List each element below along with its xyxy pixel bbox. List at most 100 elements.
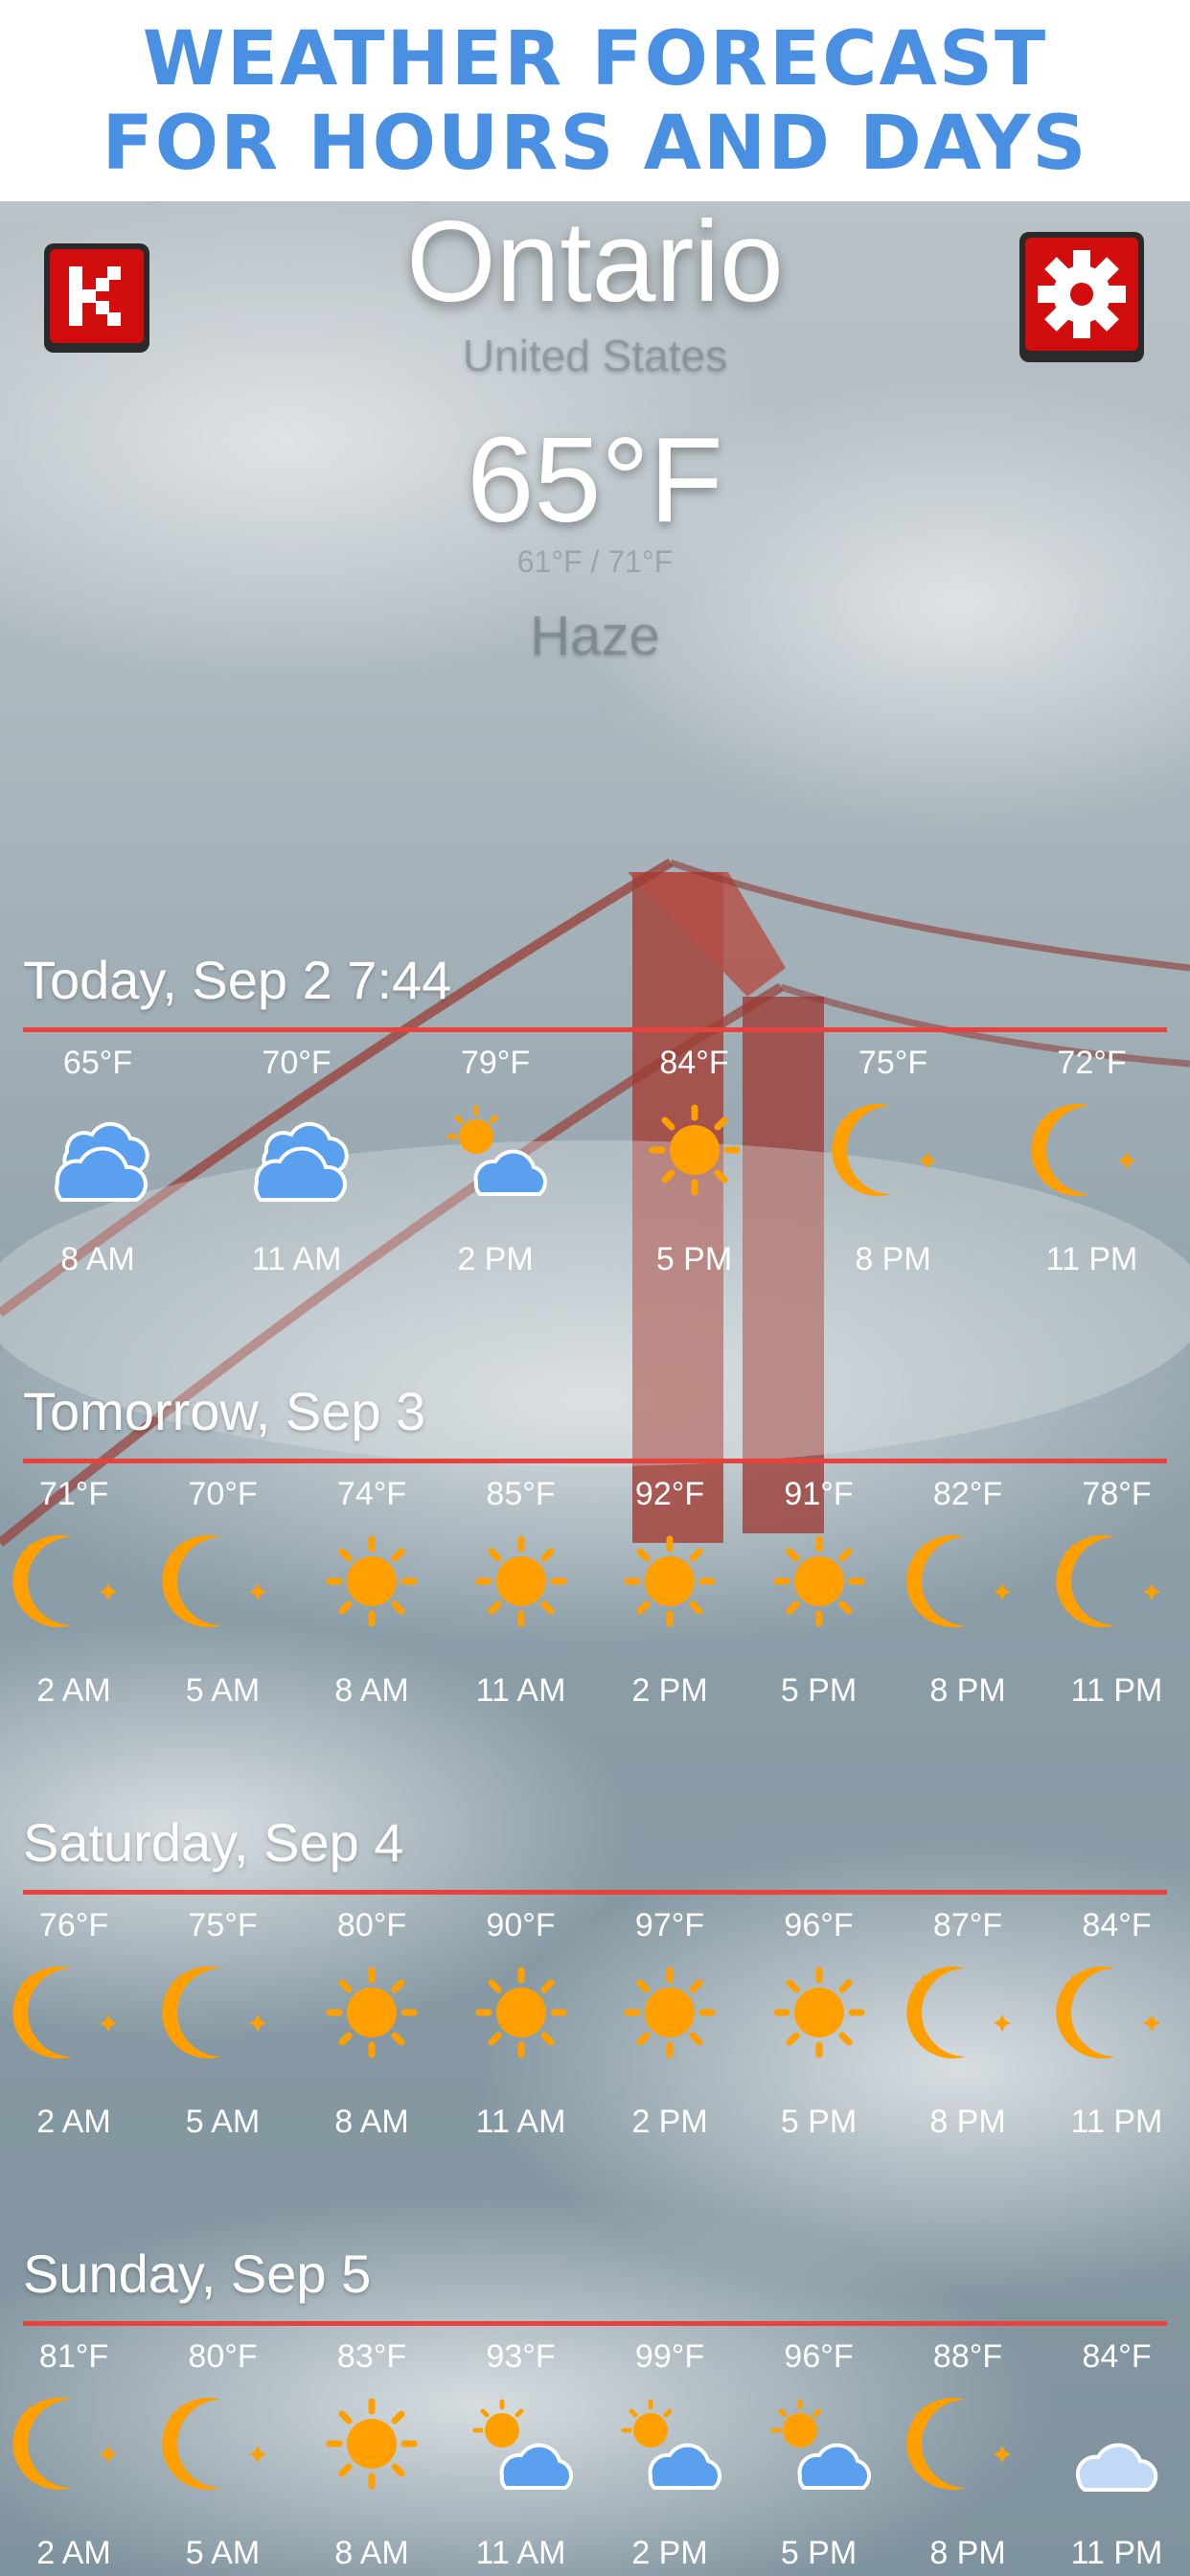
hour-temperature: 84°F — [659, 1045, 729, 1081]
promo-banner: WEATHER FORECAST FOR HOURS AND DAYS — [0, 0, 1190, 201]
hour-time: 5 AM — [185, 2535, 261, 2571]
hour-time: 11 AM — [475, 2535, 566, 2571]
hour-temperature: 65°F — [62, 1045, 133, 1081]
hour-time: 8 PM — [929, 2535, 1006, 2571]
hour-time: 5 PM — [780, 2535, 858, 2571]
sun-icon — [747, 1957, 891, 2072]
hour-temperature: 92°F — [634, 1476, 705, 1512]
hour-time: 11 PM — [1070, 2535, 1163, 2571]
moon-icon — [151, 1526, 295, 1641]
hour-temperature: 72°F — [1057, 1045, 1127, 1081]
day-title: Tomorrow, Sep 3 — [23, 1381, 426, 1441]
hour-temperature: 75°F — [188, 1907, 258, 1944]
hourly-forecast-item: 76°F 2 AM — [2, 1907, 146, 2156]
hour-temperature: 97°F — [634, 1907, 705, 1944]
city-name: Ontario — [406, 201, 784, 326]
hour-time: 8 AM — [60, 1241, 135, 1277]
hour-temperature: 96°F — [784, 2338, 854, 2375]
hourly-forecast-item: 84°F 5 PM — [623, 1045, 767, 1294]
hourly-forecast-item: 82°F 8 PM — [896, 1476, 1040, 1725]
hourly-forecast-item: 75°F 5 AM — [151, 1907, 295, 2156]
hour-temperature: 99°F — [634, 2338, 705, 2375]
day-divider — [23, 1890, 1167, 1895]
day-divider — [23, 1459, 1167, 1463]
hourly-forecast-item: 90°F 11 AM — [449, 1907, 593, 2156]
hour-temperature: 96°F — [784, 1907, 854, 1944]
hour-time: 11 AM — [475, 1672, 566, 1709]
hour-time: 8 PM — [855, 1241, 931, 1277]
hour-temperature: 70°F — [262, 1045, 332, 1081]
hour-time: 5 AM — [185, 2104, 261, 2140]
hour-temperature: 82°F — [932, 1476, 1003, 1512]
hour-time: 11 AM — [251, 1241, 342, 1277]
promo-line-2: FOR HOURS AND DAYS — [102, 101, 1088, 187]
hour-temperature: 81°F — [38, 2338, 109, 2375]
sun-cloud-icon — [423, 1094, 567, 1209]
hour-temperature: 91°F — [784, 1476, 854, 1512]
hour-temperature: 74°F — [336, 1476, 407, 1512]
sun-icon — [623, 1094, 767, 1209]
hourly-forecast-item: 75°F 8 PM — [821, 1045, 965, 1294]
hour-temperature: 84°F — [1082, 1907, 1152, 1944]
hour-time: 11 PM — [1070, 1672, 1163, 1709]
hour-temperature: 84°F — [1082, 2338, 1152, 2375]
hour-time: 2 PM — [631, 2535, 708, 2571]
hour-temperature: 85°F — [486, 1476, 556, 1512]
hourly-forecast-item: 84°F 11 PM — [1045, 1907, 1189, 2156]
hour-time: 5 PM — [780, 1672, 858, 1709]
hour-temperature: 90°F — [486, 1907, 556, 1944]
moon-icon — [821, 1094, 965, 1209]
hourly-forecast-item: 65°F 8 AM — [26, 1045, 170, 1294]
hour-temperature: 88°F — [932, 2338, 1003, 2375]
moon-icon — [896, 1957, 1040, 2072]
hour-temperature: 70°F — [188, 1476, 258, 1512]
hour-time: 5 PM — [780, 2104, 858, 2140]
hourly-forecast-item: 70°F 5 AM — [151, 1476, 295, 1725]
hour-temperature: 79°F — [460, 1045, 531, 1081]
sun-cloud-icon — [449, 2388, 593, 2503]
day-section: Saturday, Sep 4 76°F 2 AM 75°F 5 AM 80°F 8 … — [0, 1811, 1190, 2214]
hour-temperature: 71°F — [38, 1476, 109, 1512]
hour-temperature: 76°F — [38, 1907, 109, 1944]
hour-time: 8 PM — [929, 2104, 1006, 2140]
day-title: Today, Sep 2 7:44 — [23, 950, 452, 1010]
sun-icon — [300, 1957, 444, 2072]
hour-time: 2 AM — [36, 2535, 111, 2571]
hourly-forecast-item: 85°F 11 AM — [449, 1476, 593, 1725]
moon-icon — [1045, 1957, 1189, 2072]
hourly-forecast-item: 78°F 11 PM — [1045, 1476, 1189, 1725]
day-section: Tomorrow, Sep 3 71°F 2 AM 70°F 5 AM 74°F 8 … — [0, 1380, 1190, 1782]
hourly-forecast-item: 93°F 11 AM — [449, 2338, 593, 2576]
sun-icon — [449, 1526, 593, 1641]
sun-icon — [449, 1957, 593, 2072]
moon-icon — [2, 1957, 146, 2072]
hour-temperature: 83°F — [336, 2338, 407, 2375]
hourly-forecast-item: 96°F 5 PM — [747, 2338, 891, 2576]
hourly-forecast-item: 96°F 5 PM — [747, 1907, 891, 2156]
moon-icon — [1020, 1094, 1164, 1209]
hourly-forecast-item: 80°F 8 AM — [300, 1907, 444, 2156]
hour-time: 8 AM — [334, 2535, 409, 2571]
hourly-forecast-item: 91°F 5 PM — [747, 1476, 891, 1725]
hourly-forecast-item: 88°F 8 PM — [896, 2338, 1040, 2576]
promo-line-1: WEATHER FORECAST — [142, 16, 1048, 103]
hour-time: 11 AM — [475, 2104, 566, 2140]
current-temperature: 65°F — [467, 412, 723, 547]
sun-icon — [598, 1957, 742, 2072]
sun-icon — [300, 1526, 444, 1641]
hour-time: 2 AM — [36, 2104, 111, 2140]
hour-time: 11 PM — [1045, 1241, 1138, 1277]
hour-time: 5 PM — [655, 1241, 733, 1277]
hour-temperature: 75°F — [858, 1045, 928, 1081]
day-section: Sunday, Sep 5 81°F 2 AM 80°F 5 AM 83°F 8 AM… — [0, 2242, 1190, 2576]
hourly-forecast-item: 70°F 11 AM — [225, 1045, 369, 1294]
sun-icon — [747, 1526, 891, 1641]
hour-temperature: 93°F — [486, 2338, 556, 2375]
day-section: Today, Sep 2 7:44 65°F 8 AM 70°F 11 AM 79°F… — [0, 949, 1190, 1351]
day-divider — [23, 2321, 1167, 2326]
hour-temperature: 80°F — [188, 2338, 258, 2375]
hourly-forecast-item: 72°F 11 PM — [1020, 1045, 1164, 1294]
hour-temperature: 87°F — [932, 1907, 1003, 1944]
moon-icon — [151, 2388, 295, 2503]
hour-time: 11 PM — [1070, 2104, 1163, 2140]
